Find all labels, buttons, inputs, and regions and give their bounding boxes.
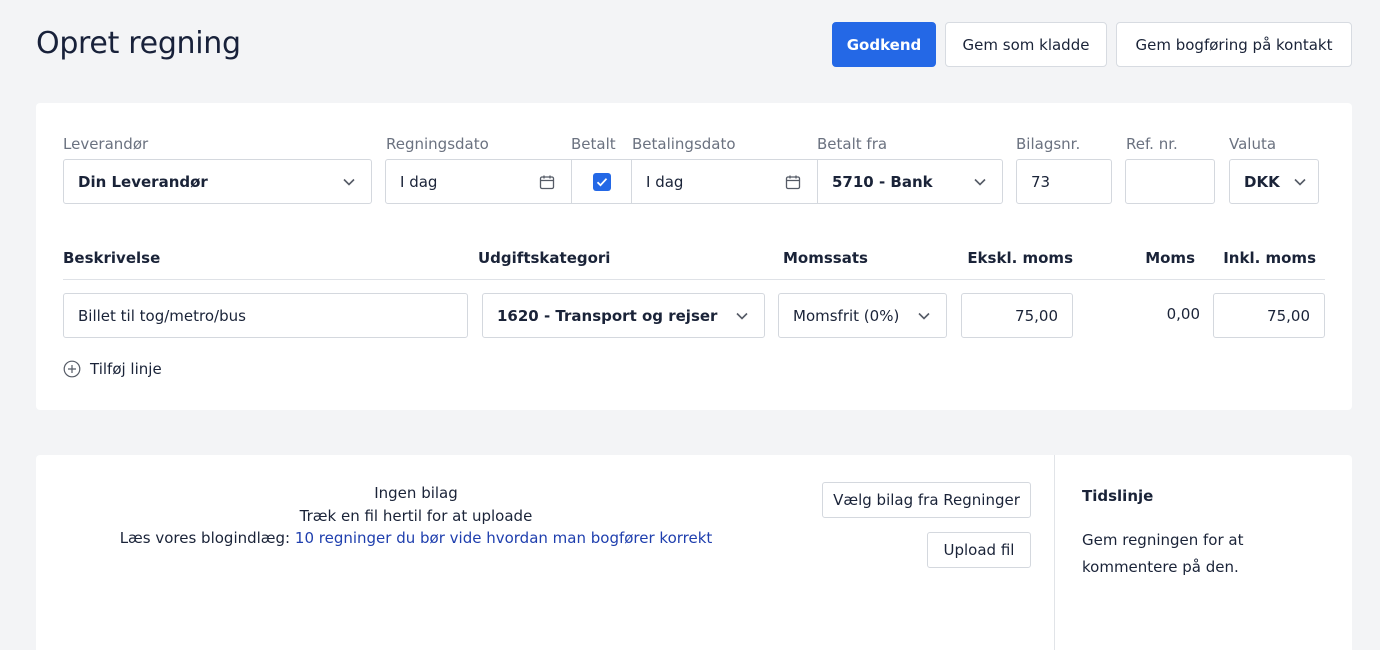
supplier-label: Leverandør — [63, 135, 149, 153]
page-title: Opret regning — [36, 26, 241, 61]
header-excl: Ekskl. moms — [967, 249, 1073, 267]
choose-attachment-button[interactable]: Vælg bilag fra Regninger — [822, 482, 1031, 518]
paid-label: Betalt — [571, 135, 616, 153]
excl-input[interactable]: 75,00 — [961, 293, 1073, 338]
description-input[interactable]: Billet til tog/metro/bus — [63, 293, 468, 338]
vat-rate-select[interactable]: Momsfrit (0%) — [778, 293, 947, 338]
plus-circle-icon — [63, 360, 81, 378]
ref-label: Ref. nr. — [1126, 135, 1178, 153]
currency-label: Valuta — [1229, 135, 1277, 153]
paid-from-select[interactable]: 5710 - Bank — [817, 159, 1003, 204]
header-category: Udgiftskategori — [478, 249, 611, 267]
ref-input[interactable] — [1125, 159, 1215, 204]
bill-date-value: I dag — [400, 172, 438, 191]
blog-link[interactable]: 10 regninger du bør vide hvordan man bog… — [295, 529, 712, 547]
header-vat: Moms — [1145, 249, 1195, 267]
save-draft-button[interactable]: Gem som kladde — [945, 22, 1107, 67]
paid-checkbox[interactable] — [592, 172, 611, 191]
voucher-input[interactable]: 73 — [1016, 159, 1112, 204]
timeline-text: Gem regningen for at kommentere på den. — [1082, 531, 1244, 576]
category-select[interactable]: 1620 - Transport og rejser — [482, 293, 765, 338]
incl-input[interactable]: 75,00 — [1213, 293, 1325, 338]
payment-date-label: Betalingsdato — [632, 135, 736, 153]
supplier-select[interactable]: Din Leverandør — [63, 159, 372, 204]
chevron-down-icon — [1294, 178, 1306, 186]
chevron-down-icon — [343, 178, 355, 186]
chevron-down-icon — [974, 178, 986, 186]
currency-select[interactable]: DKK — [1229, 159, 1319, 204]
add-line-label: Tilføj linje — [90, 360, 162, 378]
vat-rate-value: Momsfrit (0%) — [793, 306, 900, 325]
header-divider — [63, 279, 1325, 280]
vat-amount: 0,00 — [1166, 305, 1200, 323]
calendar-icon[interactable] — [785, 174, 801, 190]
incl-value: 75,00 — [1267, 306, 1310, 325]
voucher-value: 73 — [1031, 172, 1051, 191]
description-value: Billet til tog/metro/bus — [78, 306, 246, 325]
upload-file-button[interactable]: Upload fil — [927, 532, 1031, 568]
header-description: Beskrivelse — [63, 249, 161, 267]
no-attachment-text: Ingen bilag — [374, 484, 458, 502]
header-vat-rate: Momssats — [783, 249, 868, 267]
header-incl: Inkl. moms — [1223, 249, 1316, 267]
approve-button[interactable]: Godkend — [832, 22, 936, 67]
payment-date-value: I dag — [646, 172, 684, 191]
attachment-divider — [1054, 455, 1055, 650]
timeline-title: Tidslinje — [1082, 487, 1154, 505]
supplier-value: Din Leverandør — [78, 172, 208, 191]
payment-date-input[interactable]: I dag — [631, 159, 818, 204]
paid-checkbox-cell — [571, 159, 632, 204]
paid-from-value: 5710 - Bank — [832, 172, 933, 191]
chevron-down-icon — [736, 312, 748, 320]
bill-date-label: Regningsdato — [386, 135, 489, 153]
voucher-label: Bilagsnr. — [1016, 135, 1081, 153]
paid-from-label: Betalt fra — [817, 135, 888, 153]
currency-value: DKK — [1244, 172, 1280, 191]
blog-line: Læs vores blogindlæg: 10 regninger du bø… — [116, 529, 716, 547]
excl-value: 75,00 — [1015, 306, 1058, 325]
drag-hint-text: Træk en fil hertil for at uploade — [299, 507, 533, 525]
save-contact-button[interactable]: Gem bogføring på kontakt — [1116, 22, 1352, 67]
chevron-down-icon — [918, 312, 930, 320]
add-line-button[interactable]: Tilføj linje — [63, 360, 162, 378]
category-value: 1620 - Transport og rejser — [497, 306, 718, 325]
blog-prefix: Læs vores blogindlæg: — [119, 529, 291, 547]
calendar-icon[interactable] — [539, 174, 555, 190]
bill-date-input[interactable]: I dag — [385, 159, 572, 204]
